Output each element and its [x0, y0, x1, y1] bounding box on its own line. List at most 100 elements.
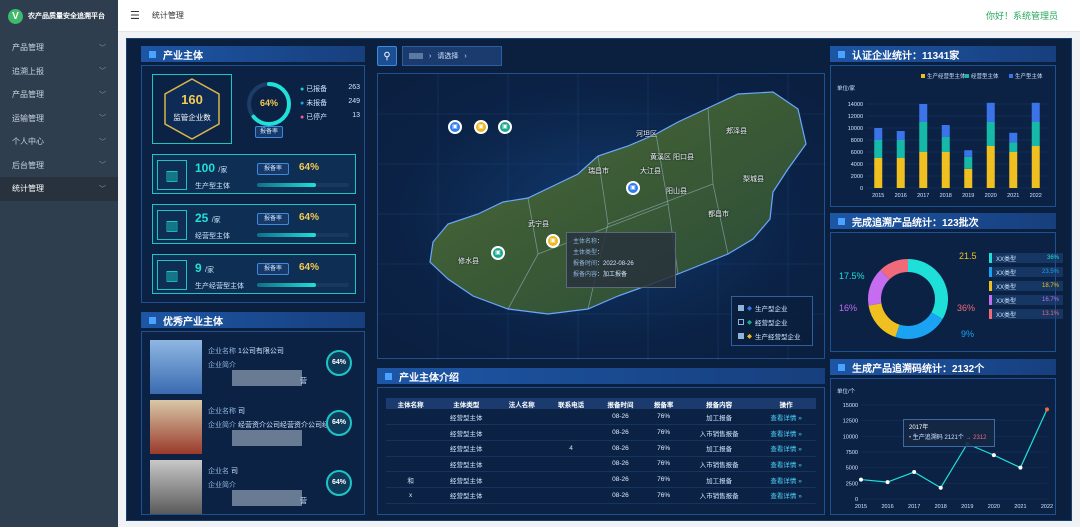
map-region-label[interactable]: 河坦区	[636, 129, 657, 139]
bar-segment[interactable]	[986, 122, 995, 146]
cell-op[interactable]: 查看详情 »	[756, 487, 816, 504]
cell-op[interactable]: 查看详情 »	[756, 471, 816, 488]
map-region-label[interactable]: 都昌市	[708, 209, 729, 219]
donut-slice[interactable]	[868, 303, 900, 337]
bar-segment[interactable]	[986, 146, 995, 188]
view-detail-link[interactable]: 查看详情	[770, 462, 796, 469]
type-rate-value: 64%	[299, 162, 320, 173]
bar-segment[interactable]	[964, 156, 973, 169]
bar-segment[interactable]	[874, 158, 883, 188]
map-region-label[interactable]: 瑞昌市	[588, 166, 609, 176]
bar-segment[interactable]	[1031, 102, 1040, 122]
table-row[interactable]: x 经营型主体 08-26 76% 入市销售报备 查看详情 »	[386, 487, 816, 504]
excellent-item[interactable]: 企业名称 1公司有限公司 企业简介 营 64%	[150, 340, 358, 394]
bar-segment[interactable]	[1031, 122, 1040, 146]
view-detail-link[interactable]: 查看详情	[770, 446, 796, 453]
bar-segment[interactable]	[874, 140, 883, 158]
map-region-label[interactable]: 黄溪区	[650, 152, 671, 162]
data-point[interactable]	[991, 453, 996, 458]
table-row[interactable]: 经营型主体 08-26 76% 入市销售报备 查看详情 »	[386, 424, 816, 441]
bar-segment[interactable]	[1009, 142, 1018, 152]
donut-slice[interactable]	[908, 259, 948, 319]
bar-segment[interactable]	[919, 104, 928, 122]
data-point[interactable]	[938, 485, 943, 490]
production-enterprise-pin-icon[interactable]: ▣	[626, 181, 640, 195]
table-row[interactable]: 经营型主体 4 08-26 76% 加工报备 查看详情 »	[386, 440, 816, 457]
excellent-item[interactable]: 企业名称 司 企业简介 经营资介公司经营资介公司经营 64%	[150, 400, 358, 454]
bar-segment[interactable]	[986, 102, 995, 122]
legend-label: 生产型企业	[755, 306, 788, 313]
double-chevron-icon: »	[798, 493, 802, 501]
donut-slice[interactable]	[895, 312, 943, 340]
excellent-title: 优秀产业主体	[141, 312, 365, 328]
data-point[interactable]	[859, 477, 863, 482]
menu-toggle-icon[interactable]: ☰	[130, 9, 140, 22]
sidebar-item-trace-report[interactable]: 追溯上报 ﹀	[0, 60, 118, 84]
subject-type-card[interactable]: ▥ 9 /家 生产经营型主体 报备率 64%	[152, 254, 356, 294]
checkbox-checked-icon[interactable]	[738, 305, 744, 311]
cell-op[interactable]: 查看详情 »	[756, 424, 816, 441]
map-legend-item[interactable]: ◆ 经营型企业	[738, 315, 806, 329]
map-region-label[interactable]: 大江县	[640, 166, 661, 176]
sidebar-item-personal[interactable]: 个人中心 ﹀	[0, 130, 118, 154]
map-region-label[interactable]: 修水县	[458, 256, 479, 266]
bar-segment[interactable]	[919, 152, 928, 188]
table-row[interactable]: 和经营型主体 08-26 76% 加工报备 查看详情 »	[386, 471, 816, 488]
subject-type-card[interactable]: ▥ 25 /家 经营型主体 报备率 64%	[152, 204, 356, 244]
checkbox-empty-icon[interactable]	[738, 319, 744, 325]
sidebar-item-label: 后台管理	[12, 160, 44, 170]
excellent-item[interactable]: 企业名 司 企业简介 营 64%	[150, 460, 358, 514]
map-region-label[interactable]: 阳口县	[673, 152, 694, 162]
map-region-label[interactable]: 阳山县	[666, 186, 687, 196]
cell-name	[386, 456, 436, 473]
map-region-label[interactable]: 武宁县	[528, 219, 549, 229]
table-row[interactable]: 经营型主体 08-26 76% 加工报备 查看详情 »	[386, 409, 816, 426]
user-greeting[interactable]: 你好！系统管理员	[986, 9, 1058, 22]
view-detail-link[interactable]: 查看详情	[770, 431, 796, 438]
bar-segment[interactable]	[964, 168, 973, 188]
map-legend-item[interactable]: ◆ 生产经营型企业	[738, 329, 806, 343]
bar-segment[interactable]	[896, 158, 905, 188]
data-point[interactable]	[912, 470, 917, 475]
bar-segment[interactable]	[941, 137, 950, 152]
cell-op[interactable]: 查看详情 »	[756, 409, 816, 426]
sidebar-item-product-2[interactable]: 产品管理 ﹀	[0, 83, 118, 107]
bar-segment[interactable]	[964, 150, 973, 157]
status-value: 249	[348, 98, 360, 105]
table-row[interactable]: 经营型主体 08-26 76% 入市销售报备 查看详情 »	[386, 456, 816, 473]
production-enterprise-pin-icon[interactable]: ▣	[448, 120, 462, 134]
view-detail-link[interactable]: 查看详情	[770, 415, 796, 422]
mixed-enterprise-pin-icon[interactable]: ▣	[546, 234, 560, 248]
bar-segment[interactable]	[941, 152, 950, 188]
bar-segment[interactable]	[896, 140, 905, 158]
bar-segment[interactable]	[896, 131, 905, 140]
bar-segment[interactable]	[874, 128, 883, 140]
bar-segment[interactable]	[1009, 132, 1018, 143]
bar-segment[interactable]	[1009, 152, 1018, 188]
bar-segment[interactable]	[1031, 146, 1040, 188]
data-point[interactable]	[885, 480, 890, 485]
checkbox-checked-icon[interactable]	[738, 333, 744, 339]
sidebar-item-product[interactable]: 产品管理 ﹀	[0, 36, 118, 60]
view-detail-link[interactable]: 查看详情	[770, 478, 796, 485]
sidebar-item-statistics[interactable]: 统计管理 ﹀	[0, 177, 118, 201]
sidebar-item-admin[interactable]: 后台管理 ﹀	[0, 154, 118, 178]
mixed-enterprise-pin-icon[interactable]: ▣	[474, 120, 488, 134]
location-icon[interactable]: ⚲	[377, 46, 397, 66]
data-point[interactable]	[1045, 407, 1049, 412]
sidebar-item-transport[interactable]: 运输管理 ﹀	[0, 107, 118, 131]
map-legend-item[interactable]: ◆ 生产型企业	[738, 301, 806, 315]
chevron-down-icon: ﹀	[99, 44, 106, 52]
map-region-label[interactable]: 梨城县	[743, 174, 764, 184]
region-selector[interactable]: › 请选择 ›	[402, 46, 502, 66]
view-detail-link[interactable]: 查看详情	[770, 493, 796, 500]
data-point[interactable]	[1018, 465, 1023, 470]
map-region-label[interactable]: 郏泽县	[726, 126, 747, 136]
cell-op[interactable]: 查看详情 »	[756, 440, 816, 457]
subject-type-card[interactable]: ▥ 100 /家 生产型主体 报备率 64%	[152, 154, 356, 194]
business-enterprise-pin-icon[interactable]: ▣	[491, 246, 505, 260]
bar-segment[interactable]	[941, 125, 950, 137]
cell-op[interactable]: 查看详情 »	[756, 456, 816, 473]
business-enterprise-pin-icon[interactable]: ▣	[498, 120, 512, 134]
bar-segment[interactable]	[919, 122, 928, 152]
